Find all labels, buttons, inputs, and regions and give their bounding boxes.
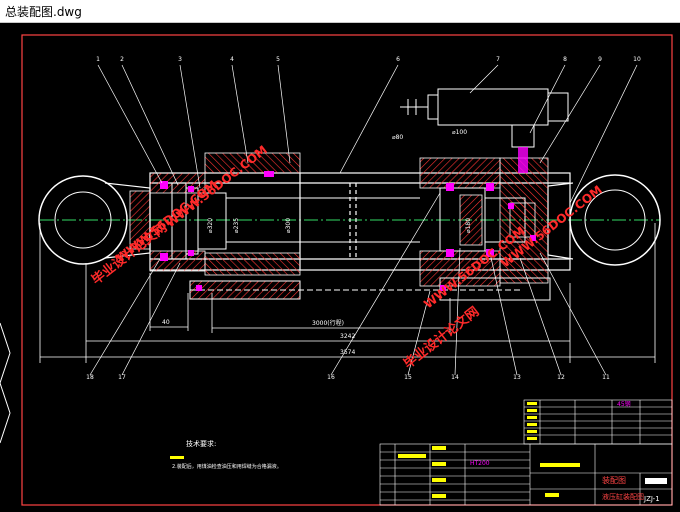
material-ht200: HT200 [470, 460, 490, 467]
balloon-17: 17 [118, 374, 126, 381]
assembly-label: 装配图 [602, 475, 626, 485]
dim-d100: ⌀100 [452, 129, 467, 136]
balloon-6: 6 [396, 56, 400, 63]
drawing-canvas[interactable]: ⌀320 ⌀235 ⌀300 ⌀180 ⌀80 ⌀100 40 3000(行程)… [0, 23, 680, 508]
dim-3242: 3242 [340, 333, 355, 340]
balloon-2: 2 [120, 56, 124, 63]
drawing-code: JZJ-1 [643, 495, 660, 503]
dim-d180: ⌀180 [465, 218, 472, 233]
dim-3574: 3574 [340, 349, 355, 356]
balloon-8: 8 [563, 56, 567, 63]
dim-d300: ⌀300 [285, 218, 292, 233]
dim-d235: ⌀235 [233, 218, 240, 233]
balloon-7: 7 [496, 56, 500, 63]
cad-drawing: ⌀320 ⌀235 ⌀300 ⌀180 ⌀80 ⌀100 40 3000(行程)… [0, 34, 673, 506]
balloon-13: 13 [513, 374, 521, 381]
dim-40: 40 [162, 319, 170, 326]
title-block-fills [398, 402, 667, 498]
window-title: 总装配图.dwg [5, 5, 82, 19]
tech-note: 2.装配后，用煤油检查油压和用焊缝为合格漏液。 [172, 463, 282, 470]
title-block [379, 399, 673, 506]
balloon-12: 12 [557, 374, 565, 381]
balloon-1: 1 [96, 56, 100, 63]
material-cell: 45钢 [617, 400, 631, 408]
balloon-5: 5 [276, 56, 280, 63]
balloon-15: 15 [404, 374, 412, 381]
balloon-18: 18 [86, 374, 94, 381]
edge-marks [0, 322, 11, 444]
window-titlebar: 总装配图.dwg [0, 0, 680, 23]
tech-heading: 技术要求: [186, 439, 216, 448]
balloon-10: 10 [633, 56, 641, 63]
watermark-cn-2: 毕业设计论文网 [401, 304, 483, 373]
balloon-16: 16 [327, 374, 335, 381]
dimension-text: 40 3000(行程) 3242 3574 [162, 319, 355, 356]
balloon-3: 3 [178, 56, 182, 63]
balloon-9: 9 [598, 56, 602, 63]
balloon-4: 4 [230, 56, 234, 63]
dim-d320: ⌀320 [207, 218, 214, 233]
drawing-name: 液压缸装配图 [602, 492, 644, 501]
dim-d80: ⌀80 [392, 134, 403, 141]
dim-3000: 3000(行程) [312, 319, 344, 327]
title-block-text: 45钢 HT200 装配图 液压缸装配图 JZJ-1 [470, 400, 660, 503]
technical-requirements: 技术要求: 2.装配后，用煤油检查油压和用焊缝为合格漏液。 [170, 439, 282, 470]
balloon-14: 14 [451, 374, 459, 381]
balloon-11: 11 [602, 374, 610, 381]
